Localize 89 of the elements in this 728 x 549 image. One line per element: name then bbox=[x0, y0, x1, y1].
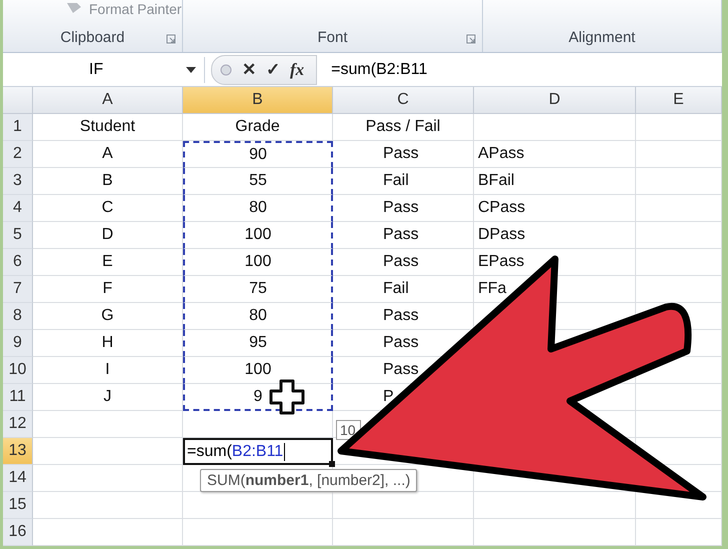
table-cell[interactable]: G bbox=[33, 303, 183, 330]
table-cell[interactable]: 75 bbox=[183, 276, 333, 303]
table-cell[interactable] bbox=[33, 411, 183, 438]
table-cell[interactable] bbox=[183, 519, 333, 546]
table-cell[interactable]: 55 bbox=[183, 168, 333, 195]
function-tooltip: SUM(number1, [number2], ...) bbox=[200, 469, 418, 492]
table-cell[interactable] bbox=[33, 465, 183, 492]
table-cell[interactable]: Fail bbox=[333, 168, 474, 195]
row-header[interactable]: 12 bbox=[3, 411, 33, 438]
table-cell[interactable]: 90 bbox=[183, 141, 333, 168]
row-header[interactable]: 7 bbox=[3, 276, 33, 303]
table-cell[interactable] bbox=[636, 519, 722, 546]
table-cell[interactable]: DPass bbox=[474, 222, 636, 249]
name-box[interactable]: IF bbox=[3, 56, 205, 82]
table-cell[interactable] bbox=[636, 249, 722, 276]
table-cell[interactable]: CPass bbox=[474, 195, 636, 222]
dialog-launcher-icon[interactable] bbox=[466, 34, 476, 44]
row-header[interactable]: 2 bbox=[3, 141, 33, 168]
column-header[interactable]: B bbox=[183, 87, 333, 114]
table-cell[interactable]: 95 bbox=[183, 330, 333, 357]
row-header[interactable]: 1 bbox=[3, 114, 33, 141]
row-header[interactable]: 15 bbox=[3, 492, 33, 519]
table-cell[interactable] bbox=[33, 519, 183, 546]
table-cell[interactable]: F bbox=[33, 276, 183, 303]
insert-function-button[interactable]: fx bbox=[290, 60, 304, 80]
row-header[interactable]: 6 bbox=[3, 249, 33, 276]
table-cell[interactable] bbox=[636, 276, 722, 303]
table-cell[interactable]: Pass bbox=[333, 222, 474, 249]
row-header[interactable]: 11 bbox=[3, 384, 33, 411]
row-header[interactable]: 10 bbox=[3, 357, 33, 384]
column-header[interactable]: D bbox=[474, 87, 636, 114]
column-header[interactable]: C bbox=[333, 87, 474, 114]
table-cell[interactable]: Student bbox=[33, 114, 183, 141]
group-label: Alignment bbox=[568, 29, 636, 46]
column-header[interactable]: A bbox=[33, 87, 183, 114]
group-label: Clipboard bbox=[60, 29, 125, 46]
column-header[interactable]: E bbox=[636, 87, 722, 114]
row-header[interactable]: 14 bbox=[3, 465, 33, 492]
table-cell[interactable]: Fail bbox=[333, 276, 474, 303]
row-header[interactable]: 13 bbox=[3, 438, 33, 465]
row-header[interactable]: 3 bbox=[3, 168, 33, 195]
table-cell[interactable] bbox=[474, 114, 636, 141]
table-cell[interactable] bbox=[636, 114, 722, 141]
table-cell[interactable]: H bbox=[33, 330, 183, 357]
row-header[interactable]: 5 bbox=[3, 222, 33, 249]
row-header[interactable]: 8 bbox=[3, 303, 33, 330]
brush-icon bbox=[65, 3, 83, 15]
table-cell[interactable] bbox=[636, 195, 722, 222]
table-cell[interactable] bbox=[333, 519, 474, 546]
dialog-launcher-icon[interactable] bbox=[166, 34, 176, 44]
table-cell[interactable]: B bbox=[33, 168, 183, 195]
table-cell[interactable] bbox=[33, 492, 183, 519]
table-cell[interactable]: 80 bbox=[183, 303, 333, 330]
table-cell[interactable]: I bbox=[33, 357, 183, 384]
formula-field[interactable]: =sum(B2:B11 bbox=[331, 60, 428, 78]
table-cell[interactable]: E bbox=[33, 249, 183, 276]
table-cell[interactable] bbox=[636, 222, 722, 249]
dropdown-caret-icon[interactable] bbox=[186, 66, 196, 72]
table-cell[interactable] bbox=[636, 141, 722, 168]
table-cell[interactable] bbox=[636, 411, 722, 438]
table-cell[interactable]: Pass bbox=[333, 249, 474, 276]
table-cell[interactable]: Grade bbox=[183, 114, 333, 141]
table-cell[interactable] bbox=[636, 384, 722, 411]
cell-input[interactable]: =sum(B2:B11 bbox=[183, 438, 333, 465]
enter-button[interactable]: ✓ bbox=[266, 59, 280, 80]
table-cell[interactable] bbox=[474, 519, 636, 546]
table-cell[interactable] bbox=[474, 492, 636, 519]
table-cell[interactable]: 80 bbox=[183, 195, 333, 222]
group-label: Font bbox=[317, 29, 348, 46]
table-cell[interactable] bbox=[636, 168, 722, 195]
table-cell[interactable]: 100 bbox=[183, 222, 333, 249]
table-cell[interactable]: D bbox=[33, 222, 183, 249]
select-all-corner[interactable] bbox=[3, 87, 33, 114]
cancel-button[interactable]: ✕ bbox=[242, 59, 256, 80]
table-cell[interactable]: Pass bbox=[333, 141, 474, 168]
row-header[interactable]: 16 bbox=[3, 519, 33, 546]
table-cell[interactable]: J bbox=[33, 384, 183, 411]
resize-handle-icon[interactable] bbox=[220, 64, 232, 76]
table-cell[interactable]: C bbox=[33, 195, 183, 222]
table-cell[interactable]: Pass bbox=[333, 303, 474, 330]
table-cell[interactable]: 100 bbox=[183, 249, 333, 276]
table-cell[interactable]: Pass / Fail bbox=[333, 114, 474, 141]
cursor-icon bbox=[270, 380, 304, 414]
table-cell[interactable]: BFail bbox=[474, 168, 636, 195]
table-cell[interactable]: Pass bbox=[333, 195, 474, 222]
table-cell[interactable]: APass bbox=[474, 141, 636, 168]
row-header[interactable]: 9 bbox=[3, 330, 33, 357]
table-cell[interactable]: A bbox=[33, 141, 183, 168]
row-header[interactable]: 4 bbox=[3, 195, 33, 222]
